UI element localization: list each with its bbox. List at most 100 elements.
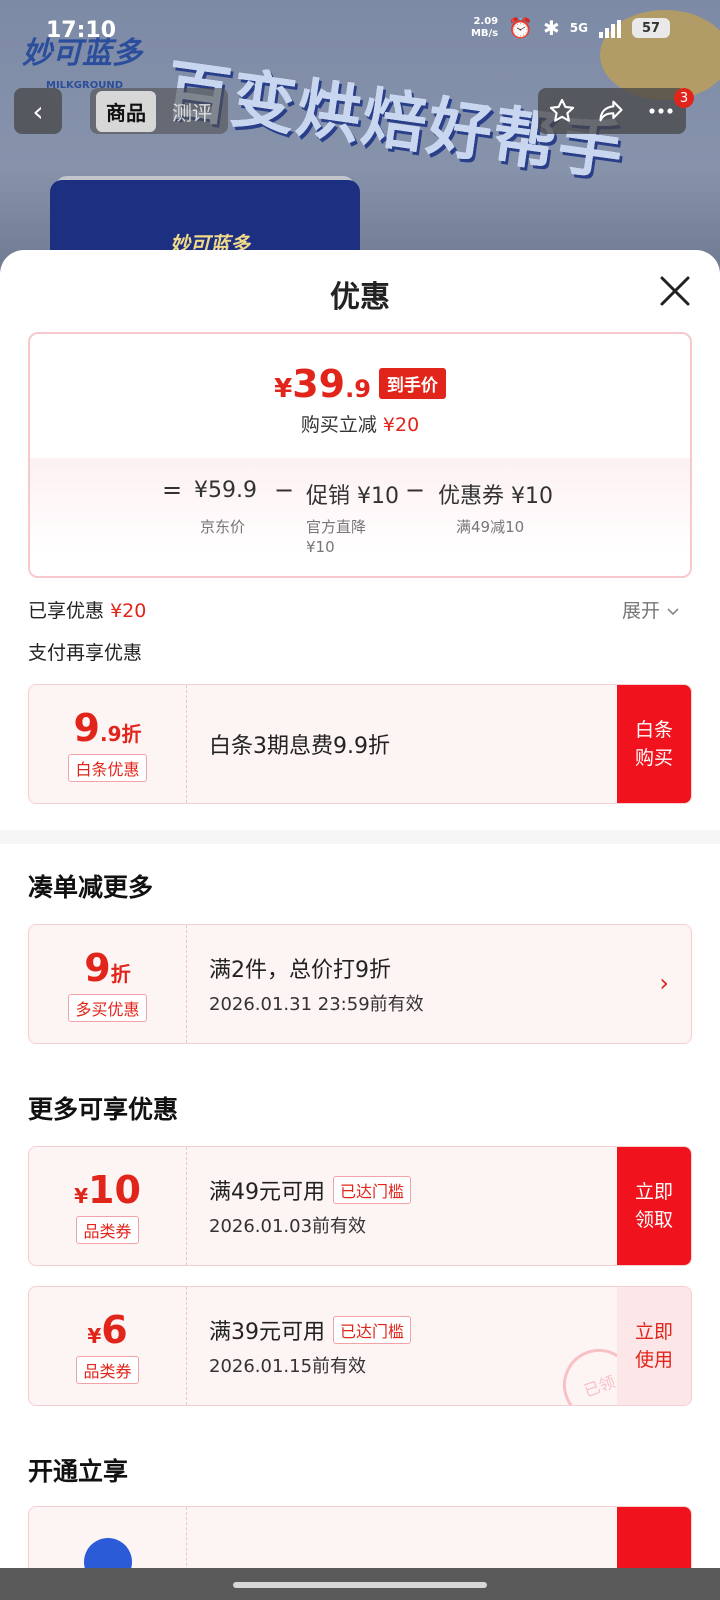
- coupon-body: 满2件，总价打9折 2026.01.31 23:59前有效: [209, 925, 424, 1043]
- coupon-body: 满39元可用 已达门槛 2026.01.15前有效: [209, 1287, 412, 1405]
- baitiao-buy-button[interactable]: 白条 购买: [617, 685, 691, 803]
- alarm-icon: ⏰: [508, 16, 534, 40]
- discount-sheet: 优惠 ¥39.9 到手价 购买立减 ¥20 = ¥59.9 − 促销 ¥10 −…: [0, 250, 720, 1600]
- section-divider: [0, 830, 720, 844]
- message-badge: 3: [674, 88, 694, 108]
- coupon-amount: 优惠券 ¥10: [438, 484, 553, 509]
- status-icons: 2.09 MB/s ⏰ ✱ 5G 57: [471, 16, 670, 40]
- coupon-condition-row: 满39元可用 已达门槛: [209, 1314, 412, 1346]
- coupon-value-big: 9: [84, 946, 111, 990]
- open-section-title: 开通立享: [28, 1457, 129, 1486]
- coupon-value: 9 折: [84, 946, 130, 990]
- savings-amount: ¥20: [382, 414, 420, 436]
- battery-icon: 57: [632, 18, 670, 38]
- network-type: 5G: [569, 21, 588, 35]
- use-coupon-button[interactable]: 立即 使用: [617, 1287, 691, 1405]
- price-breakdown: = ¥59.9 − 促销 ¥10 − 优惠券 ¥10 京东价 官方直降 ¥10 …: [30, 458, 690, 576]
- promo-amount: 促销 ¥10: [306, 484, 399, 509]
- threshold-reached-chip: 已达门槛: [333, 1176, 412, 1204]
- status-time: 17:10: [46, 18, 117, 43]
- bluetooth-icon: ✱: [543, 16, 560, 40]
- signal-icon: [599, 20, 621, 38]
- back-button[interactable]: ‹: [14, 88, 62, 134]
- enjoyed-label: 已享优惠: [28, 600, 105, 622]
- net-speed: 2.09 MB/s: [471, 16, 498, 40]
- coupon-currency: ¥: [74, 1184, 89, 1208]
- coupon-expiry: 2026.01.31 23:59前有效: [209, 994, 424, 1015]
- net-speed-unit: MB/s: [470, 28, 499, 39]
- coupon-expiry: 2026.01.15前有效: [209, 1356, 367, 1377]
- equals-sign: =: [162, 476, 183, 504]
- coupon-description: 白条3期息费9.9折: [209, 734, 390, 759]
- enjoyed-amount: ¥20: [110, 600, 147, 622]
- status-bar: 17:10 2.09 MB/s ⏰ ✱ 5G 57: [0, 0, 720, 60]
- coupon-body: 白条3期息费9.9折: [209, 685, 390, 803]
- coupon-value: ¥ 6: [87, 1308, 127, 1352]
- currency-symbol: ¥: [274, 374, 293, 404]
- final-price-value: ¥39.9: [274, 362, 371, 406]
- savings-label: 购买立减: [300, 414, 377, 436]
- pay-more-label: 支付再享优惠: [28, 642, 143, 664]
- coupon-value-small: 折: [110, 962, 131, 986]
- coupon-value-big: 10: [88, 1168, 141, 1212]
- coupon-condition-row: 满49元可用 已达门槛: [209, 1174, 412, 1206]
- coupon-type-chip: 品类券: [76, 1356, 139, 1384]
- coupon-value-block: ¥ 6 品类券: [29, 1287, 187, 1405]
- coupon-type-chip: 品类券: [76, 1216, 139, 1244]
- coupon-value-big: 6: [101, 1308, 128, 1352]
- final-price-tag: 到手价: [378, 368, 446, 399]
- final-price: ¥39.9 到手价: [30, 362, 690, 406]
- coupon-expiry: 2026.01.03前有效: [209, 1216, 367, 1237]
- close-icon[interactable]: [656, 272, 694, 310]
- star-icon[interactable]: [548, 97, 576, 125]
- coupon-value: ¥ 10: [74, 1168, 141, 1212]
- minus-sign: −: [405, 476, 426, 504]
- coupon-body: 满49元可用 已达门槛 2026.01.03前有效: [209, 1147, 412, 1265]
- jd-price-label: 京东价: [200, 518, 246, 536]
- category-coupon: ¥ 10 品类券 满49元可用 已达门槛 2026.01.03前有效 立即 领取: [28, 1146, 692, 1266]
- bundle-coupon[interactable]: 9 折 多买优惠 满2件，总价打9折 2026.01.31 23:59前有效 ›: [28, 924, 692, 1044]
- tab-product[interactable]: 商品: [96, 90, 156, 132]
- baitiao-coupon: 9 .9折 白条优惠 白条3期息费9.9折 白条 购买: [28, 684, 692, 804]
- coupon-value: 9 .9折: [74, 706, 142, 750]
- coupon-value-block: 9 .9折 白条优惠: [29, 685, 187, 803]
- expand-button[interactable]: 展开: [622, 596, 680, 623]
- bundle-section-title: 凑单减更多: [28, 873, 154, 902]
- more-icon[interactable]: [646, 97, 676, 125]
- chevron-down-icon: [667, 608, 679, 616]
- promo-label: 官方直降: [306, 518, 367, 536]
- coupon-condition: 满2件，总价打9折: [209, 958, 391, 983]
- price-decimal: .9: [345, 375, 371, 403]
- jd-price: ¥59.9: [194, 478, 257, 503]
- coupon-value-big: 9: [73, 706, 100, 750]
- more-section-title: 更多可享优惠: [28, 1095, 179, 1124]
- coupon-type-chip: 白条优惠: [68, 754, 147, 782]
- coupon-type-chip: 多买优惠: [68, 994, 147, 1022]
- nav-actions: [538, 88, 686, 134]
- minus-sign: −: [274, 476, 295, 504]
- coupon-value-small: .9折: [99, 722, 142, 746]
- coupon-condition: 满49元可用: [209, 1180, 325, 1205]
- coupon-currency: ¥: [87, 1324, 102, 1348]
- expand-label: 展开: [621, 600, 660, 622]
- price-integer: 39: [292, 362, 346, 406]
- nav-tabs: 商品 测评: [90, 88, 228, 134]
- home-indicator[interactable]: [233, 1582, 487, 1588]
- category-coupon: ¥ 6 品类券 满39元可用 已达门槛 2026.01.15前有效 已领 立即使…: [28, 1286, 692, 1406]
- price-savings: 购买立减 ¥20: [30, 410, 690, 437]
- enjoyed-discount: 已享优惠 ¥20: [28, 596, 146, 623]
- share-icon[interactable]: [596, 97, 626, 125]
- coupon-label: 满49减10: [456, 518, 525, 536]
- coupon-condition: 满39元可用: [209, 1320, 325, 1345]
- promo-label-amount: ¥10: [306, 538, 335, 556]
- chevron-right-icon: ›: [659, 969, 669, 997]
- price-card: ¥39.9 到手价 购买立减 ¥20 = ¥59.9 − 促销 ¥10 − 优惠…: [28, 332, 692, 578]
- net-speed-value: 2.09: [473, 16, 499, 27]
- chevron-left-icon: ‹: [32, 94, 44, 128]
- tab-review[interactable]: 测评: [162, 91, 222, 132]
- threshold-reached-chip: 已达门槛: [333, 1316, 412, 1344]
- claim-coupon-button[interactable]: 立即 领取: [617, 1147, 691, 1265]
- coupon-value-block: ¥ 10 品类券: [29, 1147, 187, 1265]
- sheet-title: 优惠: [330, 280, 390, 315]
- coupon-value-block: 9 折 多买优惠: [29, 925, 187, 1043]
